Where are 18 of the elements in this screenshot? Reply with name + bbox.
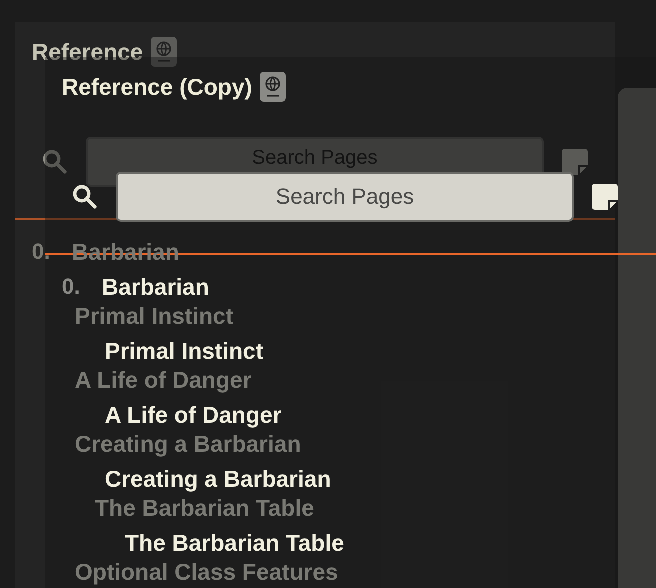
chapter-number: 0. [31,239,52,265]
toc-entry[interactable]: The Barbarian Table [95,494,314,522]
search-icon[interactable] [72,184,98,210]
toc-entry[interactable]: Optional Class Features [75,558,338,586]
globe-icon [260,72,286,102]
toc-entry[interactable]: Creating a Barbarian [105,466,332,492]
search-field[interactable]: Search Pages [116,172,574,222]
panel-title: Reference [32,38,144,67]
toc-entry[interactable]: A Life of Danger [105,402,282,428]
toc-entry[interactable]: Barbarian [102,274,210,300]
toc-entry[interactable]: Creating a Barbarian [75,430,302,458]
toc-entry[interactable]: The Barbarian Table [125,530,344,556]
chapter-number: 0. [61,274,82,300]
toc-entry[interactable]: A Life of Danger [75,366,252,394]
panel-title: Reference (Copy) [62,73,252,102]
toc-entry[interactable]: Primal Instinct [75,302,234,330]
toc-entry[interactable]: Primal Instinct [105,338,264,364]
note-icon[interactable] [592,184,618,210]
